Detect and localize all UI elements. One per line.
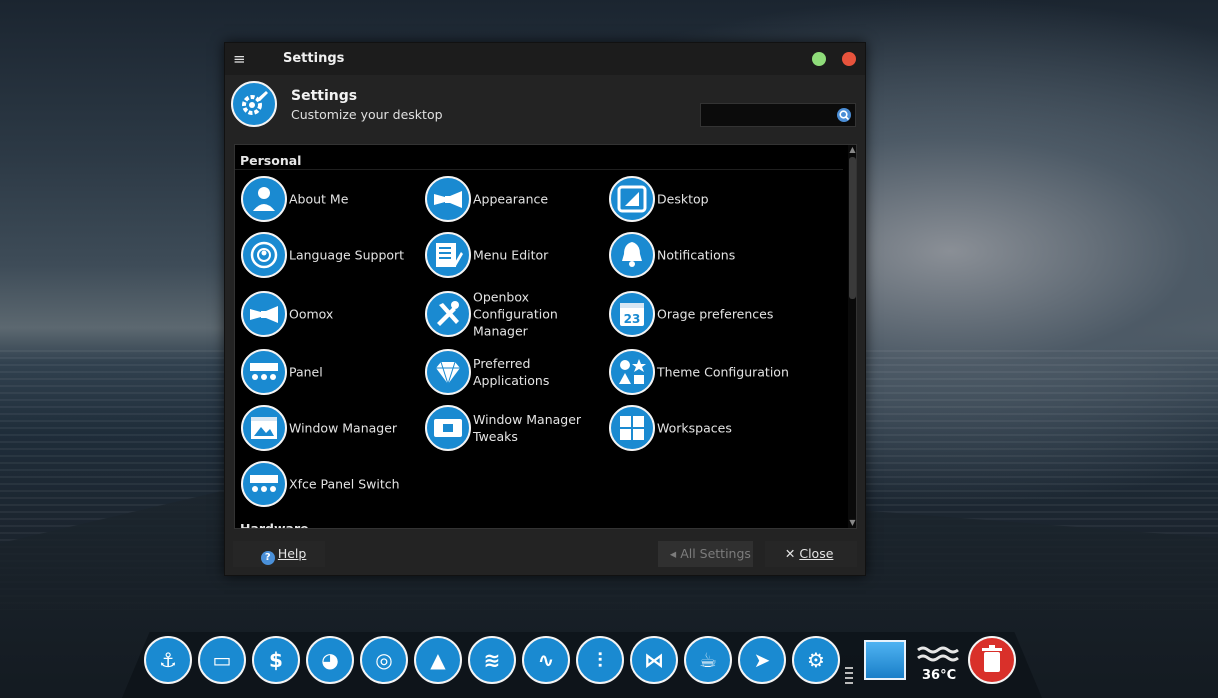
setting-label: Language Support: [289, 247, 405, 263]
telegram-icon[interactable]: ➤: [738, 636, 786, 684]
header-subtitle: Customize your desktop: [291, 107, 443, 122]
divider: [235, 169, 843, 170]
help-label: Help: [277, 546, 307, 561]
diamond-icon: [425, 349, 471, 395]
close-window-button[interactable]: [842, 52, 856, 66]
temperature-label: 36°C: [922, 668, 957, 683]
setting-theme-configuration[interactable]: Theme Configuration: [609, 346, 793, 398]
shapes-icon: [609, 349, 655, 395]
setting-window-manager[interactable]: Window Manager: [241, 402, 425, 454]
category-personal: Personal: [240, 153, 302, 168]
setting-label: Xfce Panel Switch: [289, 476, 400, 492]
vlc-icon[interactable]: ▲: [414, 636, 462, 684]
panel-icon: [241, 349, 287, 395]
category-hardware: Hardware: [240, 521, 309, 529]
setting-label: Panel: [289, 364, 323, 380]
setting-label: Preferred Applications: [473, 356, 550, 388]
chrome-icon[interactable]: ◎: [360, 636, 408, 684]
setting-label: Oomox: [289, 306, 334, 322]
help-button[interactable]: ? Help: [233, 541, 325, 567]
back-icon: ◂: [669, 546, 677, 561]
scroll-down-icon[interactable]: ▼: [848, 518, 856, 528]
workspaces-icon: [609, 405, 655, 451]
setting-label: Appearance: [473, 191, 549, 207]
setting-label: Menu Editor: [473, 247, 549, 263]
money-icon[interactable]: $: [252, 636, 300, 684]
setting-xfce-panel-switch[interactable]: Xfce Panel Switch: [241, 458, 425, 510]
setting-label: Openbox Configuration Manager: [473, 289, 558, 339]
setting-orage-preferences[interactable]: 23 Orage preferences: [609, 288, 793, 340]
svg-text:23: 23: [624, 312, 641, 326]
firefox-icon[interactable]: ◕: [306, 636, 354, 684]
scrollbar[interactable]: ▲ ▼: [848, 145, 856, 528]
close-button[interactable]: ✕ Close: [765, 541, 857, 567]
setting-notifications[interactable]: Notifications: [609, 229, 793, 281]
panel-icon: [241, 461, 287, 507]
calendar-icon: 23: [609, 291, 655, 337]
close-icon: ✕: [784, 546, 796, 561]
setting-about-me[interactable]: About Me: [241, 173, 425, 225]
setting-label: Orage preferences: [657, 306, 774, 322]
trash-icon[interactable]: [968, 636, 1016, 684]
setting-appearance[interactable]: Appearance: [425, 173, 609, 225]
vscode-icon[interactable]: ⋈: [630, 636, 678, 684]
package-icon[interactable]: ▭: [198, 636, 246, 684]
settings-gear-icon: [231, 81, 277, 127]
user-icon: [241, 176, 287, 222]
setting-desktop[interactable]: Desktop: [609, 173, 793, 225]
setting-openbox-configuration-manager[interactable]: Openbox Configuration Manager: [425, 288, 609, 340]
setting-preferred-applications[interactable]: Preferred Applications: [425, 346, 609, 398]
menu-editor-icon: [425, 232, 471, 278]
window-title: Settings: [283, 51, 345, 66]
tools-icon: [425, 291, 471, 337]
setting-menu-editor[interactable]: Menu Editor: [425, 229, 609, 281]
setting-label: Workspaces: [657, 420, 732, 436]
setting-workspaces[interactable]: Workspaces: [609, 402, 793, 454]
close-label: Close: [799, 546, 834, 561]
window-tweaks-icon: [425, 405, 471, 451]
scroll-thumb[interactable]: [849, 157, 856, 299]
search-input[interactable]: [700, 103, 856, 127]
setting-label: Theme Configuration: [657, 364, 789, 380]
setting-label: Notifications: [657, 247, 736, 263]
settings-icon[interactable]: ⚙: [792, 636, 840, 684]
setting-oomox[interactable]: Oomox: [241, 288, 425, 340]
all-settings-label: All Settings: [680, 546, 751, 561]
window-image-icon: [241, 405, 287, 451]
setting-label: Window Manager Tweaks: [473, 412, 582, 444]
settings-list-panel: Personal About Me Appearance Desktop Lan…: [234, 144, 857, 529]
header-title: Settings: [291, 88, 358, 104]
window-menu-icon[interactable]: ≡: [233, 49, 251, 69]
settings-window: ≡ Settings Settings Customize your deskt…: [224, 42, 866, 576]
globe-icon: [241, 232, 287, 278]
bowtie-icon: [425, 176, 471, 222]
files-icon[interactable]: [864, 640, 906, 680]
anchor-icon[interactable]: ⚓: [144, 636, 192, 684]
setting-label: About Me: [289, 191, 349, 207]
bell-icon: [609, 232, 655, 278]
setting-label: Window Manager: [289, 420, 398, 436]
desktop-icon: [609, 176, 655, 222]
title-bar[interactable]: ≡ Settings: [225, 43, 865, 75]
setting-window-manager-tweaks[interactable]: Window Manager Tweaks: [425, 402, 609, 454]
maximize-button[interactable]: [812, 52, 826, 66]
help-icon: ?: [260, 551, 275, 565]
teapot-icon[interactable]: ☕: [684, 636, 732, 684]
scroll-up-icon[interactable]: ▲: [848, 145, 856, 155]
all-settings-button[interactable]: ◂ All Settings: [658, 541, 753, 567]
search-icon[interactable]: [836, 107, 852, 123]
equalizer-icon[interactable]: ⫶: [576, 636, 624, 684]
spotify-icon[interactable]: ≋: [468, 636, 516, 684]
bowtie-icon: [241, 291, 287, 337]
audio-wave-icon[interactable]: ∿: [522, 636, 570, 684]
setting-panel[interactable]: Panel: [241, 346, 425, 398]
dock-separator: [845, 664, 853, 694]
setting-label: Desktop: [657, 191, 709, 207]
setting-language-support[interactable]: Language Support: [241, 229, 425, 281]
